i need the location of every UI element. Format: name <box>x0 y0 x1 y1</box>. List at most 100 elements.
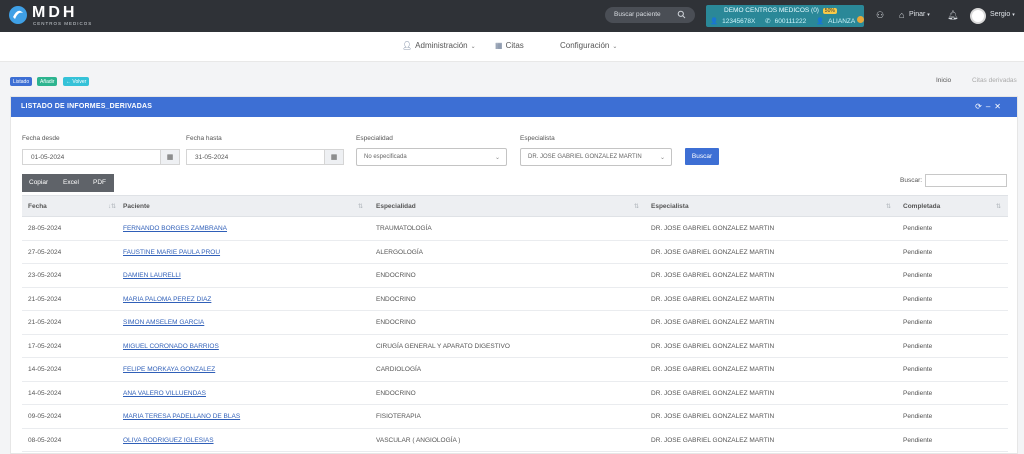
patient-search-input[interactable]: Buscar paciente <box>605 7 695 23</box>
brand-name[interactable]: MDH <box>32 4 77 22</box>
cell-especialista: DR. JOSE GABRIEL GONZALEZ MARTIN <box>651 436 775 444</box>
panel-header: LISTADO DE INFORMES_DERIVADAS ⟳–✕ <box>11 97 1017 117</box>
fecha-hasta-label: Fecha hasta <box>186 135 222 142</box>
center-plan: 👤 ALIANZA <box>816 18 856 25</box>
bell-icon[interactable]: 🔔︎ <box>947 10 958 21</box>
pdf-button[interactable]: PDF <box>93 179 106 186</box>
cell-especialista: DR. JOSE GABRIEL GONZALEZ MARTIN <box>651 366 775 373</box>
user-menu[interactable]: Sergio ▾ <box>990 11 1015 18</box>
center-details: 👤 12345678X ✆ 600111222 👤 ALIANZA <box>710 17 863 25</box>
cell-fecha: 14-05-2024 <box>28 366 62 373</box>
back-button[interactable]: ← Volver <box>63 77 90 86</box>
menu-configuracion-label: Configuración <box>560 41 610 50</box>
calendar-icon[interactable]: ▦ <box>160 149 180 165</box>
table-row[interactable]: 08-05-2024 OLIVA RODRIGUEZ IGLESIAS VASCUL… <box>22 429 1008 452</box>
table-search-input[interactable] <box>925 174 1007 187</box>
cell-paciente[interactable]: FERNANDO BORGES ZAMBRANA <box>123 225 227 232</box>
cell-paciente[interactable]: DAMIEN LAURELLI <box>123 272 181 279</box>
center-info-box[interactable]: DEMO CENTROS MEDICOS (0) 50% 👤 12345678X … <box>706 5 864 27</box>
table-row[interactable]: 28-05-2024 FERNANDO BORGES ZAMBRANA TRAUMA… <box>22 217 1008 241</box>
cell-especialista: DR. JOSE GABRIEL GONZALEZ MARTIN <box>651 413 775 420</box>
especialidad-label: Especialidad <box>356 135 393 142</box>
cell-paciente[interactable]: SIMON AMSELEM GARCIA <box>123 319 204 326</box>
cell-especialidad: ENDOCRINO <box>376 319 416 326</box>
table-row[interactable]: 21-05-2024 SIMON AMSELEM GARCIA ENDOCRINO D… <box>22 311 1008 335</box>
cell-fecha: 27-05-2024 <box>28 248 62 256</box>
search-icon <box>677 10 686 19</box>
panel-tools[interactable]: ⟳–✕ <box>975 102 1005 111</box>
breadcrumb-home[interactable]: Inicio <box>936 77 951 84</box>
cell-especialidad: ENDOCRINO <box>376 295 416 303</box>
refresh-icon[interactable]: ⟳ <box>975 102 986 111</box>
header-fecha[interactable]: Fecha <box>28 203 47 210</box>
cell-especialidad: ENDOCRINO <box>376 272 416 279</box>
fecha-hasta-input[interactable]: 31-05-2024 <box>186 149 325 165</box>
table-row[interactable]: 21-05-2024 MARIA PALOMA PEREZ DIAZ ENDOCRI… <box>22 288 1008 311</box>
coin-icon <box>857 16 864 23</box>
cell-especialidad: VASCULAR ( ANGIOLOGÍA ) <box>376 436 461 444</box>
header-paciente[interactable]: Paciente <box>123 203 150 210</box>
table-row[interactable]: 14-05-2024 FELIPE MORKAYA GONZALEZ CARDIOL… <box>22 358 1008 382</box>
add-user-icon[interactable]: ⚇ <box>876 10 884 21</box>
excel-button[interactable]: Excel <box>63 179 79 186</box>
cell-paciente[interactable]: OLIVA RODRIGUEZ IGLESIAS <box>123 437 214 444</box>
listado-button[interactable]: Listado <box>10 77 33 86</box>
cell-paciente[interactable]: MIGUEL CORONADO BARRIOS <box>123 343 219 350</box>
sort-icon[interactable]: ⇅ <box>634 203 639 210</box>
logo-icon[interactable] <box>8 5 28 25</box>
close-icon[interactable]: ✕ <box>994 102 1005 111</box>
center-id: 👤 12345678X <box>710 18 756 25</box>
menu-citas[interactable]: ▦ Citas <box>495 41 524 50</box>
table-row[interactable]: 27-05-2024 FAUSTINE MARIE PAULA PROU ALERG… <box>22 241 1008 264</box>
copy-button[interactable]: Copiar <box>29 179 48 186</box>
menu-configuracion[interactable]: Configuración ⌄ <box>560 41 617 50</box>
cell-completada: Pendiente <box>903 295 933 303</box>
cell-especialidad: CARDIOLOGÍA <box>376 366 422 373</box>
sort-icon[interactable]: ⇅ <box>996 203 1001 210</box>
cell-paciente[interactable]: FAUSTINE MARIE PAULA PROU <box>123 249 220 256</box>
table-row[interactable]: 14-05-2024 ANA VALERO VILLUENDAS ENDOCRINO… <box>22 382 1008 405</box>
cell-especialista: DR. JOSE GABRIEL GONZALEZ MARTIN <box>651 342 775 350</box>
table-search-label: Buscar: <box>900 177 923 184</box>
especialista-label: Especialista <box>520 135 555 142</box>
header-especialista[interactable]: Especialista <box>651 203 689 210</box>
search-placeholder: Buscar paciente <box>614 11 661 18</box>
table-row[interactable]: 09-05-2024 MARIA TERESA PADELLANO DE BLAS… <box>22 405 1008 429</box>
header-completada[interactable]: Completada <box>903 203 940 210</box>
buscar-button[interactable]: Buscar <box>685 148 719 165</box>
cell-paciente[interactable]: ANA VALERO VILLUENDAS <box>123 390 206 397</box>
add-button[interactable]: Añadir <box>37 77 58 86</box>
cell-especialidad: ENDOCRINO <box>376 389 416 397</box>
especialista-select[interactable]: DR. JOSE GABRIEL GONZALEZ MARTIN ⌄ <box>520 148 672 166</box>
avatar[interactable] <box>970 8 986 24</box>
header-especialidad[interactable]: Especialidad <box>376 203 416 210</box>
cell-especialidad: TRAUMATOLOGÍA <box>376 225 432 232</box>
table-row[interactable]: 23-05-2024 DAMIEN LAURELLI ENDOCRINO DR. JO… <box>22 264 1008 288</box>
chevron-down-icon: ⌄ <box>659 155 665 161</box>
cell-fecha: 08-05-2024 <box>28 436 62 444</box>
sort-icon[interactable]: ⇅ <box>886 203 891 210</box>
cell-paciente[interactable]: MARIA PALOMA PEREZ DIAZ <box>123 296 211 303</box>
especialidad-select[interactable]: No especificada ⌄ <box>356 148 507 166</box>
menu-administracion[interactable]: 👤︎ Administración ⌄ <box>402 41 476 50</box>
center-phone: ✆ 600111222 <box>765 18 807 25</box>
cell-fecha: 14-05-2024 <box>28 389 62 397</box>
calendar-icon[interactable]: ▦ <box>324 149 344 165</box>
chevron-down-icon: ⌄ <box>470 44 476 50</box>
export-buttons: Copiar Excel PDF <box>22 174 114 192</box>
fecha-desde-input[interactable]: 01-05-2024 <box>22 149 161 165</box>
cell-especialidad: CIRUGÍA GENERAL Y APARATO DIGESTIVO <box>376 342 510 350</box>
sort-icon[interactable]: ⇅ <box>358 203 363 210</box>
brand-subtitle: CENTROS MEDICOS <box>33 21 93 26</box>
table-row[interactable]: 17-05-2024 MIGUEL CORONADO BARRIOS CIRUGÍA… <box>22 335 1008 358</box>
cell-completada: Pendiente <box>903 319 933 326</box>
center-name: DEMO CENTROS MEDICOS (0) <box>724 7 819 14</box>
cell-fecha: 21-05-2024 <box>28 319 62 326</box>
sort-desc-icon[interactable]: ↓⇅ <box>108 203 116 210</box>
cell-paciente[interactable]: FELIPE MORKAYA GONZALEZ <box>123 366 215 373</box>
cell-especialidad: FISIOTERAPIA <box>376 413 421 420</box>
cell-especialista: DR. JOSE GABRIEL GONZALEZ MARTIN <box>651 248 775 256</box>
cell-paciente[interactable]: MARIA TERESA PADELLANO DE BLAS <box>123 413 240 420</box>
location-selector[interactable]: Pinar ▾ <box>899 11 930 18</box>
cell-fecha: 23-05-2024 <box>28 272 62 279</box>
